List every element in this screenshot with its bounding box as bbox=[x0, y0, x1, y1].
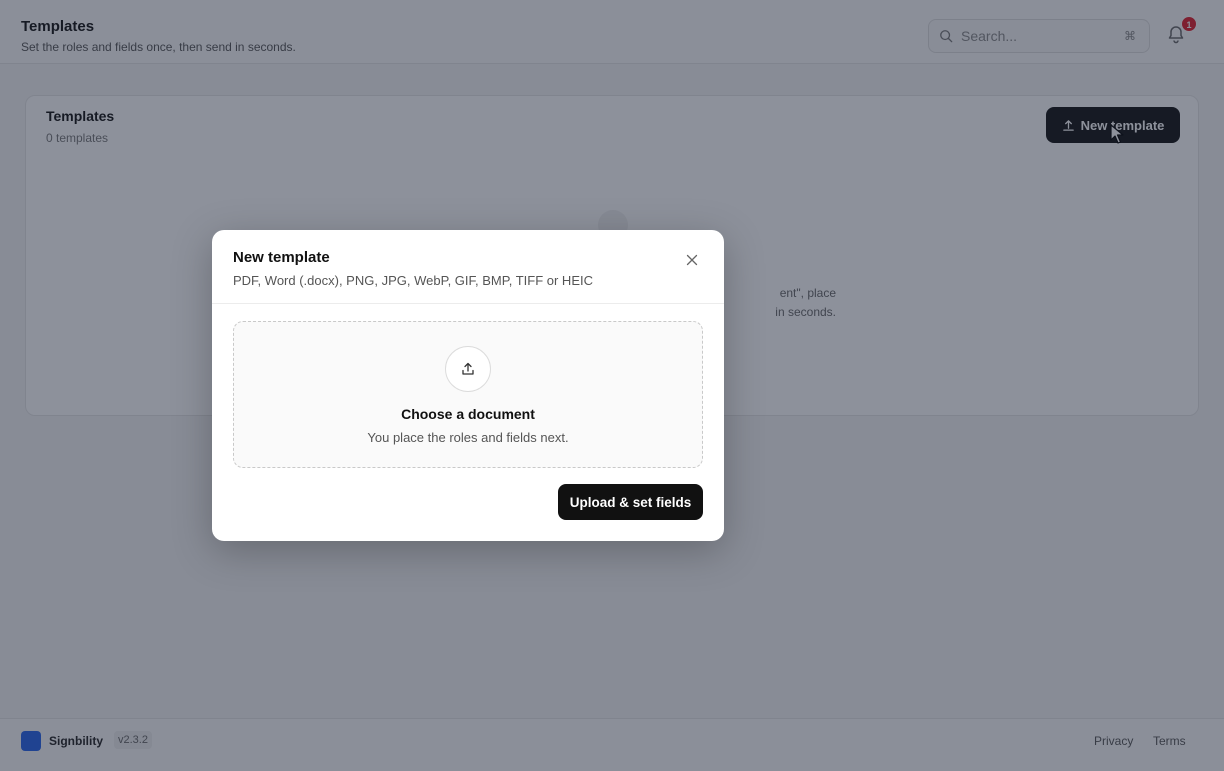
upload-icon bbox=[462, 362, 474, 375]
document-dropzone[interactable]: Choose a document You place the roles an… bbox=[233, 321, 703, 468]
upload-and-set-fields-button[interactable]: Upload & set fields bbox=[558, 484, 703, 520]
dropzone-subtitle: You place the roles and fields next. bbox=[367, 430, 569, 445]
close-button[interactable] bbox=[682, 250, 702, 270]
close-icon bbox=[686, 254, 698, 266]
dropzone-title: Choose a document bbox=[401, 406, 535, 422]
dialog-divider bbox=[212, 303, 724, 304]
dialog-title: New template bbox=[233, 249, 330, 266]
dialog-subtitle: PDF, Word (.docx), PNG, JPG, WebP, GIF, … bbox=[233, 273, 593, 288]
new-template-dialog: New template PDF, Word (.docx), PNG, JPG… bbox=[212, 230, 724, 541]
upload-icon-container bbox=[445, 346, 491, 392]
